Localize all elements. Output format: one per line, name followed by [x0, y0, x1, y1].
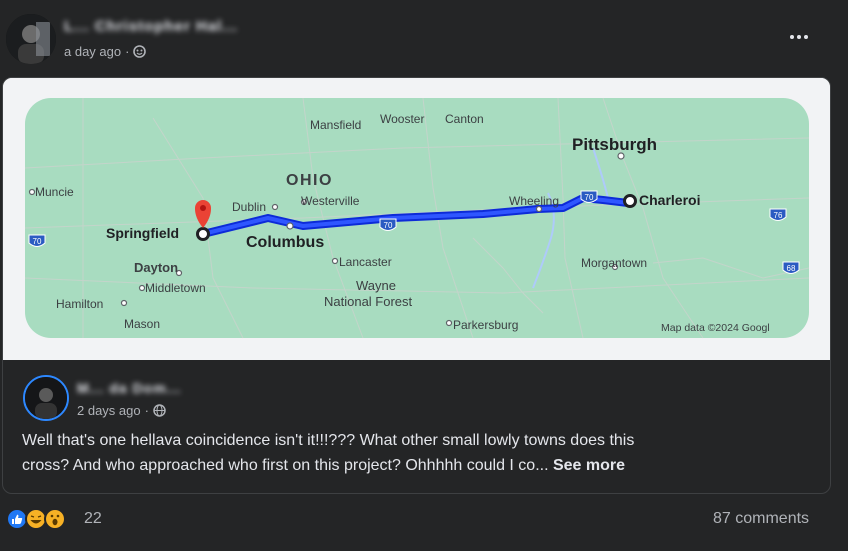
comment-body: Well that's one hellava coincidence isn'… — [22, 428, 682, 478]
haha-icon — [25, 508, 47, 530]
i70-east-shield: 70 — [580, 190, 598, 203]
label-canton: Canton — [445, 112, 484, 126]
svg-text:68: 68 — [787, 264, 796, 273]
shared-comment-card[interactable]: 70 70 70 76 68 Mansfield Wooster Canton … — [2, 77, 831, 494]
label-ohio: OHIO — [286, 172, 333, 189]
reaction-count[interactable]: 22 — [84, 510, 102, 528]
separator-dot: · — [144, 403, 149, 418]
label-parkersburg: Parkersburg — [453, 318, 518, 332]
map-image[interactable]: 70 70 70 76 68 Mansfield Wooster Canton … — [3, 78, 830, 360]
svg-text:76: 76 — [774, 211, 783, 220]
map-attribution: Map data ©2024 Googl — [661, 322, 770, 334]
label-mason: Mason — [124, 317, 160, 331]
label-charleroi: Charleroi — [639, 192, 700, 208]
post-time[interactable]: a day ago — [64, 44, 121, 59]
i76-shield: 76 — [769, 208, 787, 221]
label-middletown: Middletown — [145, 281, 206, 295]
i70-west-shield: 70 — [28, 234, 46, 247]
see-more-link[interactable]: See more — [553, 457, 625, 474]
comment-time[interactable]: 2 days ago — [77, 403, 141, 418]
svg-text:70: 70 — [384, 221, 393, 230]
label-hamilton: Hamilton — [56, 297, 103, 311]
post-author-name[interactable]: L... Christopher Hal... — [64, 18, 238, 35]
comment-avatar-image — [25, 377, 67, 419]
label-westerville: Westerville — [301, 194, 360, 208]
label-dublin: Dublin — [232, 200, 266, 214]
label-pittsburgh: Pittsburgh — [572, 135, 657, 154]
comment-text: Well that's one hellava coincidence isn'… — [22, 432, 635, 474]
label-mansfield: Mansfield — [310, 118, 361, 132]
label-wheeling: Wheeling — [509, 194, 559, 208]
avatar-image — [6, 14, 56, 64]
like-icon — [6, 508, 28, 530]
i70-mid-shield: 70 — [379, 218, 397, 231]
comment-author-name[interactable]: M... da Dom... — [77, 380, 181, 396]
comment-meta: 2 days ago · — [77, 403, 166, 418]
label-springfield: Springfield — [106, 225, 179, 241]
label-columbus: Columbus — [246, 234, 324, 251]
label-morgantown: Morgantown — [581, 256, 647, 270]
reactions-icons — [6, 508, 66, 530]
i68-shield: 68 — [782, 261, 800, 274]
label-national-forest: National Forest — [324, 294, 413, 309]
destination-marker — [623, 194, 637, 208]
comment-author-avatar[interactable] — [23, 375, 69, 421]
reactions-summary[interactable]: 22 — [6, 508, 102, 530]
more-options-icon[interactable] — [790, 30, 814, 44]
svg-text:70: 70 — [585, 193, 594, 202]
label-wooster: Wooster — [380, 112, 424, 126]
separator-dot: · — [125, 44, 130, 59]
comments-count-link[interactable]: 87 comments — [713, 510, 809, 528]
route-map: 70 70 70 76 68 Mansfield Wooster Canton … — [3, 78, 830, 360]
wow-icon — [44, 508, 66, 530]
label-dayton: Dayton — [134, 260, 178, 275]
globe-icon — [153, 404, 166, 417]
friends-icon — [133, 45, 147, 58]
label-muncie: Muncie — [35, 185, 74, 199]
svg-text:70: 70 — [33, 237, 42, 246]
label-wayne: Wayne — [356, 278, 396, 293]
post-meta: a day ago · — [64, 44, 147, 59]
label-lancaster: Lancaster — [339, 255, 392, 269]
post-author-avatar[interactable] — [6, 14, 56, 64]
